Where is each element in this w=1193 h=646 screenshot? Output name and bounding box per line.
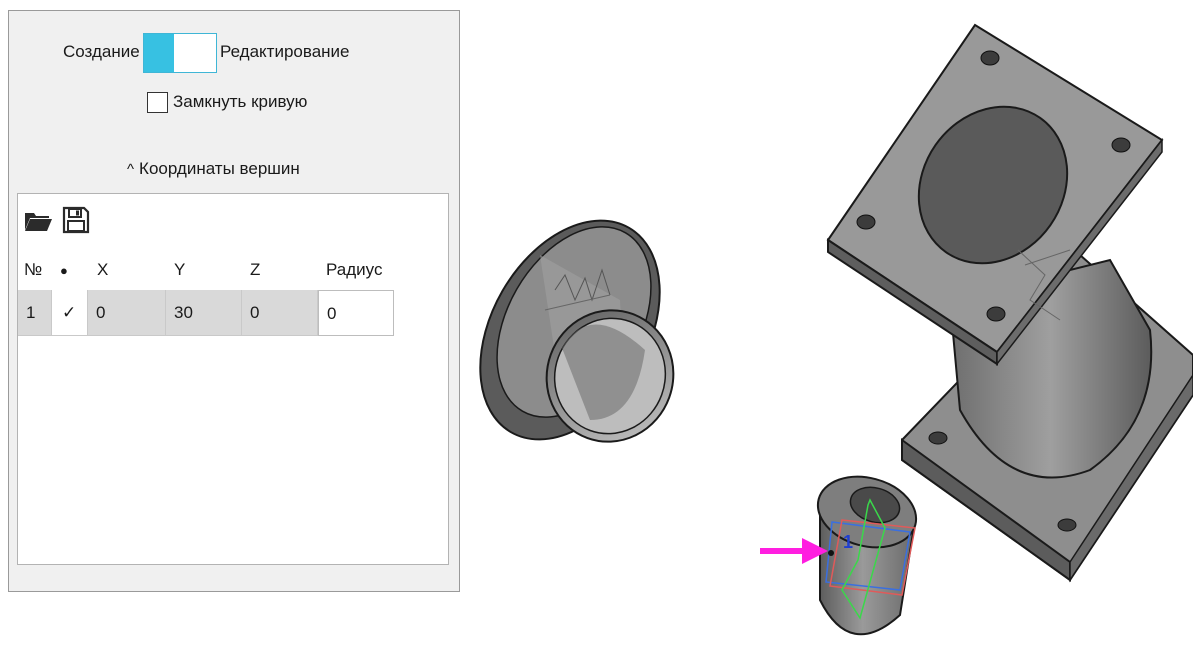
x-cell[interactable]: 0: [88, 290, 166, 336]
row-number-cell[interactable]: 1: [18, 290, 52, 336]
close-curve-label[interactable]: Замкнуть кривую: [173, 92, 307, 112]
flanged-sleeve-part[interactable]: [470, 189, 697, 471]
caret-up-icon: ^: [127, 161, 135, 178]
col-header-radius[interactable]: Радиус: [326, 260, 382, 280]
col-header-num[interactable]: №: [24, 260, 42, 280]
radius-cell[interactable]: 0: [318, 290, 394, 336]
col-header-mark[interactable]: ●: [60, 263, 68, 278]
vertex-coords-header[interactable]: ^ Координаты вершин: [127, 159, 300, 179]
section-title: Координаты вершин: [139, 159, 300, 178]
save-icon[interactable]: [60, 204, 92, 236]
3d-viewport[interactable]: 1: [470, 0, 1193, 646]
close-curve-checkbox[interactable]: [147, 92, 168, 113]
toggle-knob[interactable]: [144, 34, 174, 72]
property-panel: Создание Редактирование Замкнуть кривую …: [8, 10, 460, 592]
z-cell[interactable]: 0: [242, 290, 318, 336]
mode-edit-label[interactable]: Редактирование: [220, 42, 350, 62]
mode-create-label[interactable]: Создание: [63, 42, 140, 62]
col-header-z[interactable]: Z: [250, 260, 260, 280]
col-header-y[interactable]: Y: [174, 260, 185, 280]
vertex-table-area: № ● X Y Z Радиус 1 ✓ 0 30 0 0: [17, 193, 449, 565]
pointer-arrow-icon: [760, 538, 828, 564]
mode-toggle[interactable]: [143, 33, 217, 73]
col-header-x[interactable]: X: [97, 260, 108, 280]
table-header-row: № ● X Y Z Радиус: [18, 252, 448, 288]
point-label: 1: [843, 532, 853, 552]
check-icon[interactable]: ✓: [52, 290, 88, 336]
bushing-part[interactable]: [810, 466, 924, 636]
y-cell[interactable]: 30: [166, 290, 242, 336]
folder-open-icon[interactable]: [22, 204, 54, 236]
table-row[interactable]: 1 ✓ 0 30 0 0: [18, 290, 448, 336]
mode-switch-row: Создание Редактирование: [9, 33, 459, 77]
